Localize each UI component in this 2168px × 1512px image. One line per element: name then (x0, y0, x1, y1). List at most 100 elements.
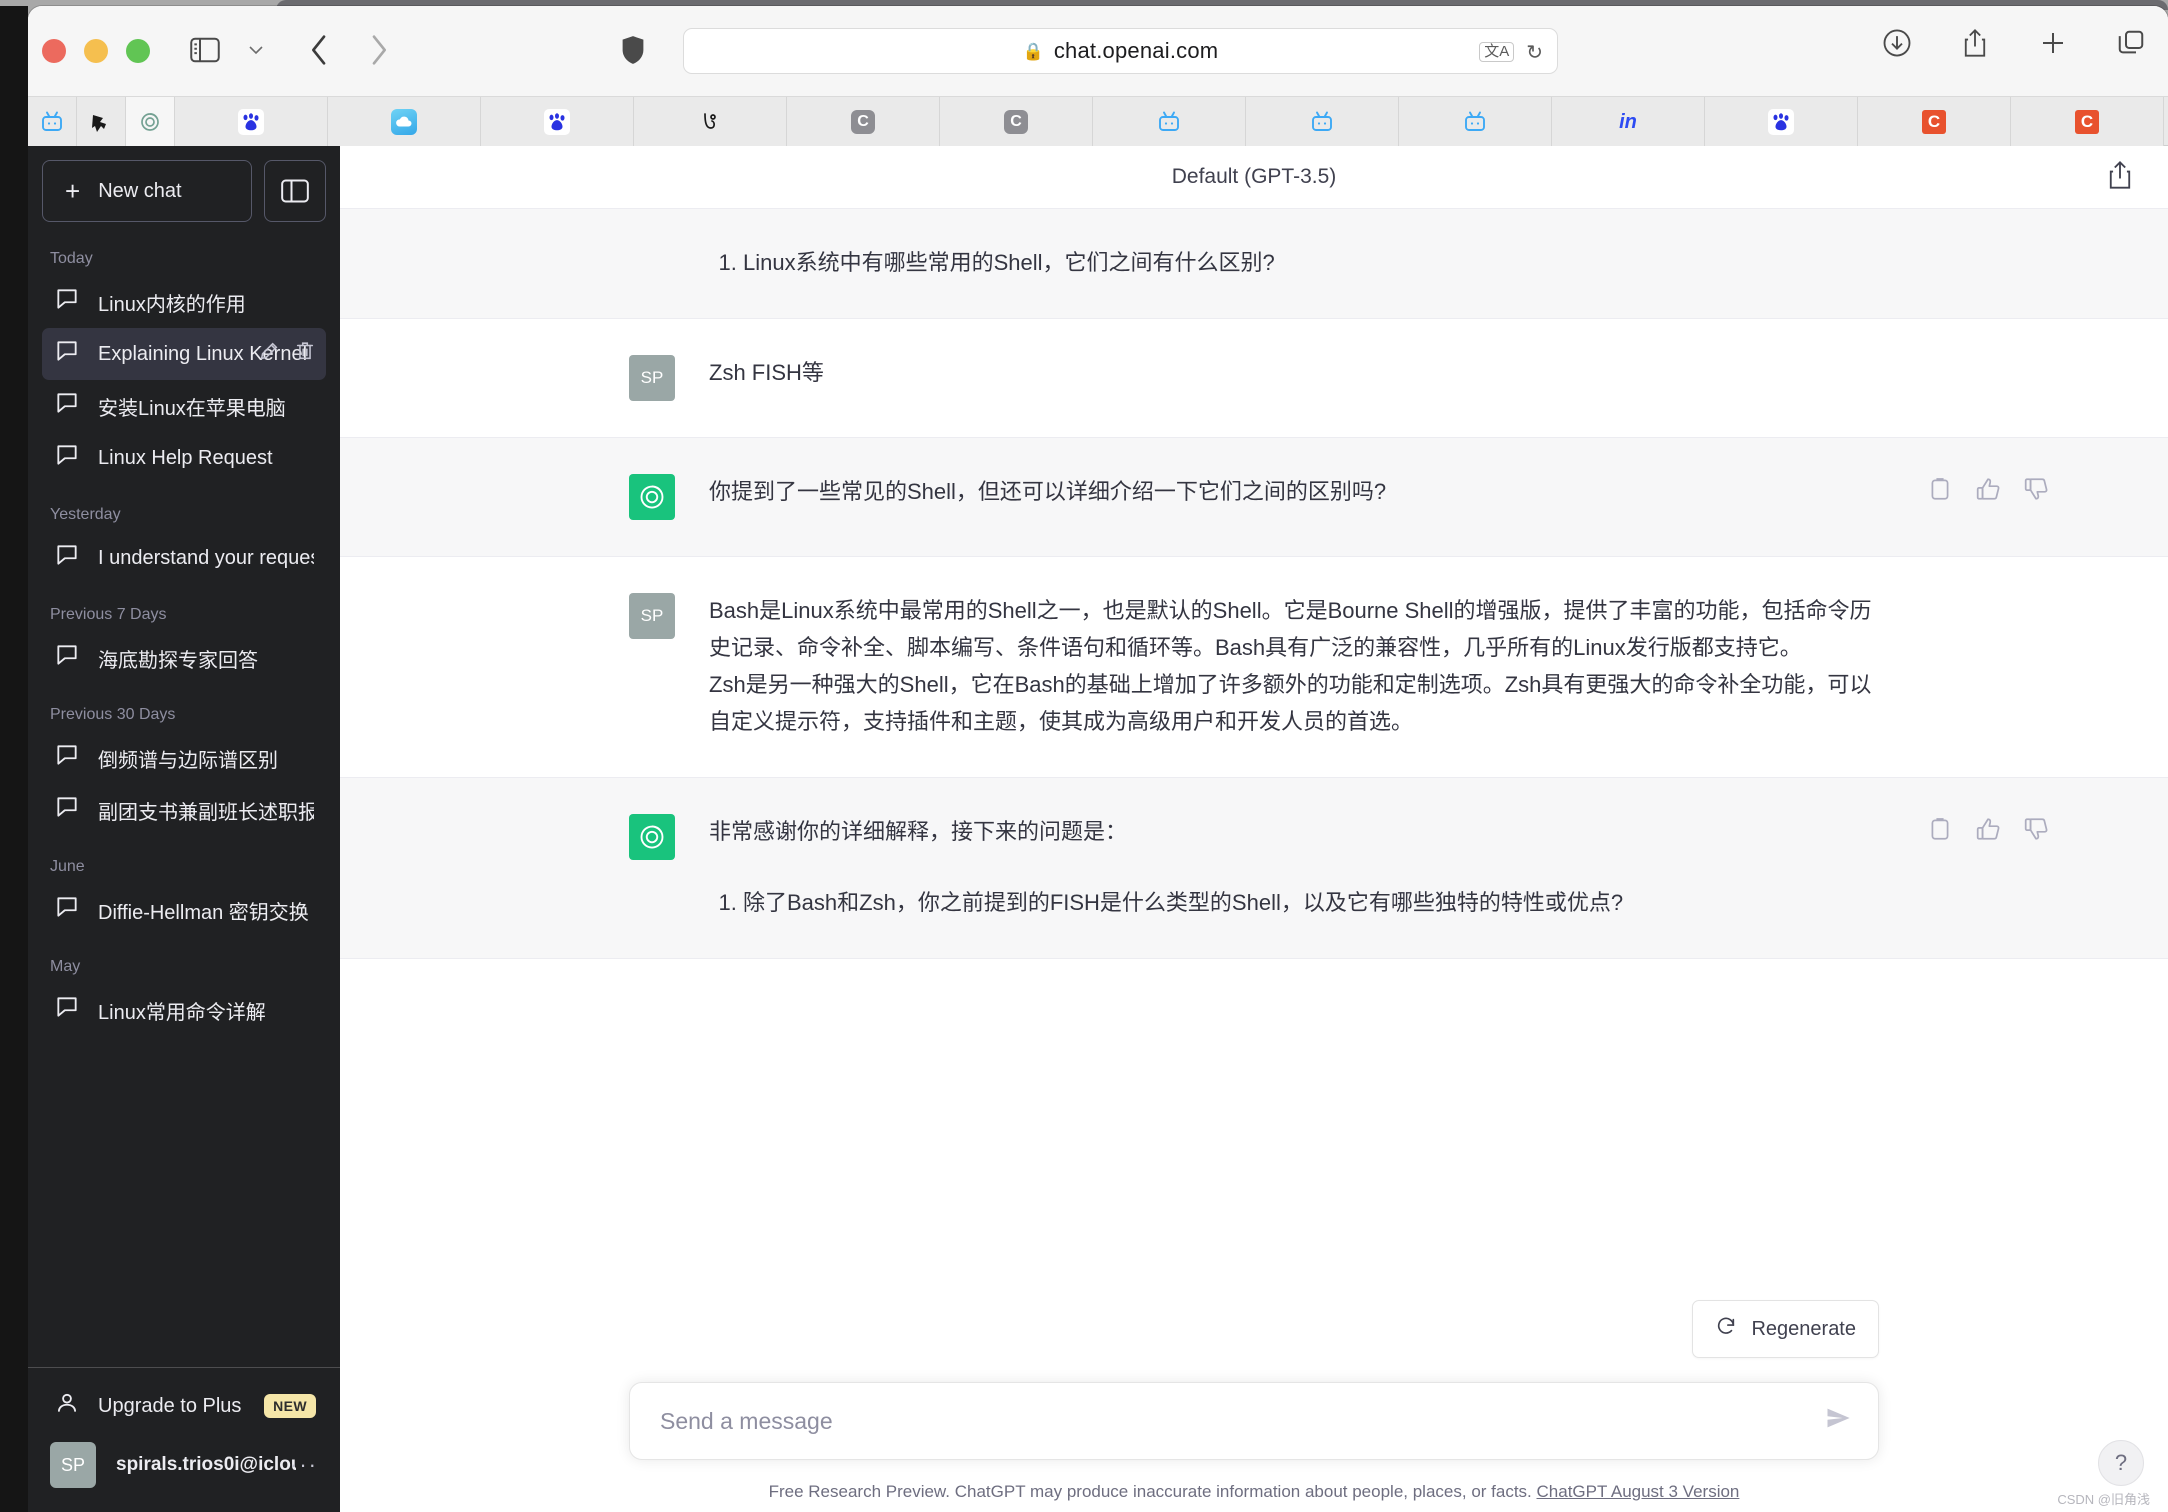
watermark: CSDN @旧角浅 (2057, 1492, 2150, 1507)
conversation-title: Linux内核的作用 (98, 293, 246, 316)
help-button[interactable]: ? (2098, 1440, 2144, 1486)
sidebar-item-conversation[interactable]: Linux Help Request (42, 432, 326, 484)
tab-bilibili-2[interactable] (1093, 97, 1246, 147)
tab-csdn-1[interactable]: C (787, 97, 940, 147)
edit-icon[interactable] (258, 340, 280, 368)
window-controls[interactable] (42, 39, 150, 63)
forward-button[interactable] (358, 28, 398, 72)
tab-baidu-1[interactable] (175, 97, 328, 147)
chevron-down-icon[interactable] (243, 28, 269, 72)
conversation-title: Linux常用命令详解 (98, 1001, 266, 1024)
close-window-button[interactable] (42, 39, 66, 63)
conversation-title: I understand your request. Ple (98, 546, 314, 569)
share-icon[interactable] (1958, 26, 1992, 60)
sidebar-item-conversation[interactable]: I understand your request. Ple (42, 532, 326, 584)
conversation-title: 安装Linux在苹果电脑 (98, 397, 286, 420)
tab-strip: C C in C C (28, 96, 2168, 147)
sidebar-item-conversation[interactable]: 安装Linux在苹果电脑 (42, 380, 326, 432)
back-button[interactable] (300, 28, 340, 72)
sidebar-group-label: Yesterday (50, 506, 121, 523)
thumbs-up-icon[interactable] (1975, 476, 2001, 507)
sidebar-item-conversation[interactable]: Linux常用命令详解 (42, 984, 326, 1036)
model-bar: Default (GPT-3.5) (340, 146, 2168, 208)
plus-icon: + (65, 176, 81, 206)
address-bar[interactable]: 🔒 chat.openai.com 文A ↻ (683, 28, 1558, 74)
maximize-window-button[interactable] (126, 39, 150, 63)
tab-baidu-3[interactable] (1705, 97, 1858, 147)
tab-overview-icon[interactable] (2114, 26, 2148, 60)
tab-bilibili-3[interactable] (1246, 97, 1399, 147)
sidebar-item-conversation[interactable]: 副团支书兼副班长述职报告 (42, 784, 326, 836)
collapse-sidebar-button[interactable] (264, 160, 326, 222)
version-link[interactable]: ChatGPT August 3 Version (1537, 1482, 1740, 1501)
message-ordered-list: 除了Bash和Zsh，你之前提到的FISH是什么类型的Shell，以及它有哪些独… (709, 885, 1879, 922)
downloads-icon[interactable] (1880, 26, 1914, 60)
copy-icon[interactable] (1927, 476, 1953, 507)
upgrade-to-plus-button[interactable]: Upgrade to Plus NEW (42, 1378, 326, 1434)
sidebar-toggle-icon[interactable] (183, 28, 227, 72)
sidebar-item-conversation[interactable]: Linux内核的作用 (42, 276, 326, 328)
lock-icon: 🔒 (1022, 41, 1044, 61)
message-actions (1927, 816, 2049, 847)
more-options-icon[interactable]: ··· (290, 1452, 318, 1478)
new-tab-icon[interactable] (2036, 26, 2070, 60)
tab-linkedin[interactable]: in (1552, 97, 1705, 147)
conversation-list[interactable]: Today Linux内核的作用 Explaining Linux Kernel 安装… (28, 228, 340, 1367)
tab-icloud[interactable] (328, 97, 481, 147)
share-chat-icon[interactable] (2106, 160, 2134, 195)
sidebar-item-conversation[interactable]: 海底勘探专家回答 (42, 632, 326, 684)
message-thread[interactable]: Linux系统中有哪些常用的Shell，它们之间有什么区别? SP Zsh FISH… (340, 208, 2168, 1300)
message-body: 你提到了一些常见的Shell，但还可以详细介绍一下它们之间的区别吗? (709, 474, 1879, 520)
bilibili-icon (39, 109, 65, 135)
sidebar-item-conversation[interactable]: 倒频谱与边际谱区别 (42, 732, 326, 784)
chat-main: Default (GPT-3.5) Linux系统中有哪些常用的Shell，它们… (340, 146, 2168, 1512)
list-item: 除了Bash和Zsh，你之前提到的FISH是什么类型的Shell，以及它有哪些独… (743, 885, 1879, 922)
assistant-message: 非常感谢你的详细解释，接下来的问题是： 除了Bash和Zsh，你之前提到的FISH… (340, 776, 2168, 959)
footer-note: Free Research Preview. ChatGPT may produ… (340, 1482, 2168, 1502)
thumbs-up-icon[interactable] (1975, 816, 2001, 847)
minimize-window-button[interactable] (84, 39, 108, 63)
tab-csdn-3[interactable]: C (1858, 97, 2011, 147)
delete-icon[interactable] (294, 340, 316, 368)
tab-bilibili-1[interactable] (28, 97, 77, 147)
regenerate-label: Regenerate (1751, 1317, 1856, 1340)
regenerate-button[interactable]: Regenerate (1692, 1300, 1879, 1358)
conversation-title: 副团支书兼副班长述职报告 (98, 801, 314, 824)
tab-csdn-2[interactable]: C (940, 97, 1093, 147)
chat-bubble-icon (54, 894, 80, 926)
sidebar-item-conversation[interactable]: Explaining Linux Kernel (42, 328, 326, 380)
url-text: chat.openai.com (1053, 38, 1219, 63)
tab-zhihu[interactable] (77, 97, 126, 147)
send-icon[interactable] (1824, 1404, 1852, 1439)
reload-icon[interactable]: ↻ (1526, 40, 1543, 65)
account-row[interactable]: SP spirals.trios0i@icloud.c ··· (42, 1434, 326, 1496)
tab-csdn-4[interactable]: C (2011, 97, 2164, 147)
translate-icon[interactable]: 文A (1479, 41, 1515, 63)
message-input[interactable] (660, 1407, 1824, 1435)
user-email: spirals.trios0i@icloud.c (116, 1454, 296, 1475)
copy-icon[interactable] (1927, 816, 1953, 847)
desktop-left-strip (0, 6, 28, 1512)
sidebar-group-label: June (50, 858, 85, 875)
assistant-message: Linux系统中有哪些常用的Shell，它们之间有什么区别? (340, 208, 2168, 319)
new-chat-button[interactable]: + New chat (42, 160, 252, 222)
message-composer[interactable] (629, 1382, 1879, 1460)
thumbs-down-icon[interactable] (2023, 816, 2049, 847)
chat-bubble-icon (54, 794, 80, 826)
sidebar-group-label: Previous 30 Days (50, 706, 176, 723)
conversation-title: 倒频谱与边际谱区别 (98, 749, 278, 772)
sidebar-item-conversation[interactable]: Diffie-Hellman 密钥交换 (42, 884, 326, 936)
avatar: SP (50, 1442, 96, 1488)
message-paragraph: Zsh FISH等 (709, 359, 824, 385)
message-ordered-list: Linux系统中有哪些常用的Shell，它们之间有什么区别? (709, 245, 1879, 282)
tab-bilibili-4[interactable] (1399, 97, 1552, 147)
tab-hook[interactable] (634, 97, 787, 147)
tab-chatgpt[interactable] (126, 97, 175, 147)
shield-icon[interactable] (613, 28, 653, 72)
message-body: 非常感谢你的详细解释，接下来的问题是： 除了Bash和Zsh，你之前提到的FISH… (709, 814, 1879, 922)
thumbs-down-icon[interactable] (2023, 476, 2049, 507)
chat-bubble-icon (54, 994, 80, 1026)
user-message: SP Zsh FISH等 (340, 318, 2168, 437)
tab-baidu-2[interactable] (481, 97, 634, 147)
sidebar-top-actions: + New chat (28, 146, 340, 228)
